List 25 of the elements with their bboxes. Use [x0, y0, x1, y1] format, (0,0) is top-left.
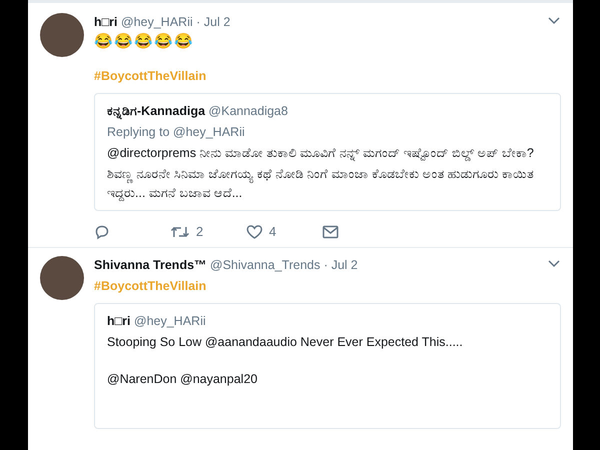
user-handle: @hey_HARii	[121, 15, 193, 29]
action-count: 2	[196, 222, 204, 241]
action-count: 4	[269, 222, 276, 241]
heart-icon[interactable]	[246, 224, 263, 240]
user-name: Shivanna Trends™	[94, 258, 207, 272]
tweet-date[interactable]: · Jul 2	[196, 15, 230, 29]
tweet-text: ಶಿವಣ್ಣ ನೂರನೇ ಸಿನಿಮಾ ಜೋಗಯ್ಯ ಕಥೆ ನೋಡಿ ನಿಂಗೆ ಮಾಂಜಾ ಕೊಡಬೇಕು ಅಂತ ಹುಡುಗೂರು ಕಾಯಿತ ಇದ್ದರು... ಮಗನೆ ಬಜಾವ ಆದೆ...	[107, 166, 536, 202]
reply-icon[interactable]	[94, 224, 110, 240]
quoted-tweet-card[interactable]	[94, 93, 561, 211]
tweet-date[interactable]: · Jul 2	[324, 258, 358, 272]
replying-to-text: Replying to @hey_HARii	[107, 124, 246, 142]
user-handle: @hey_HARii	[134, 314, 206, 328]
avatar	[40, 13, 84, 57]
avatar	[40, 256, 84, 300]
user-handle: @Shivanna_Trends	[210, 258, 320, 272]
quoted-tweet-card[interactable]: h□ri @hey_HARii Stooping So Low @aanandaaudio Never Ever Expected This..... @NarenDon @nayanpal20	[94, 302, 561, 430]
tweet-text: @directorprems ನೀನು ಮಾಡೋ ತುಕಾಲಿ ಮೂವಿಗೆ ನನ್ನ್ ಮಗಂದ್ ಇಷ್ಟೊಂದ್ ಬಿಲ್ಡ್ ಅಪ್ ಬೇಕಾ?	[107, 145, 535, 162]
tweet-text: Stooping So Low @aanandaaudio Never Ever Expected This.....	[107, 334, 464, 351]
user-name: h□ri	[94, 15, 118, 29]
tweet-text: @NarenDon @nayanpal20	[107, 370, 258, 388]
envelope-icon[interactable]	[322, 225, 339, 240]
user-handle: @Kannadiga8	[208, 104, 288, 118]
tweet-text: 😂😂😂😂😂	[94, 32, 195, 52]
user-name: ಕನ್ನಡಿಗ-Kannadiga	[107, 104, 206, 118]
user-name: h□ri	[107, 314, 131, 328]
